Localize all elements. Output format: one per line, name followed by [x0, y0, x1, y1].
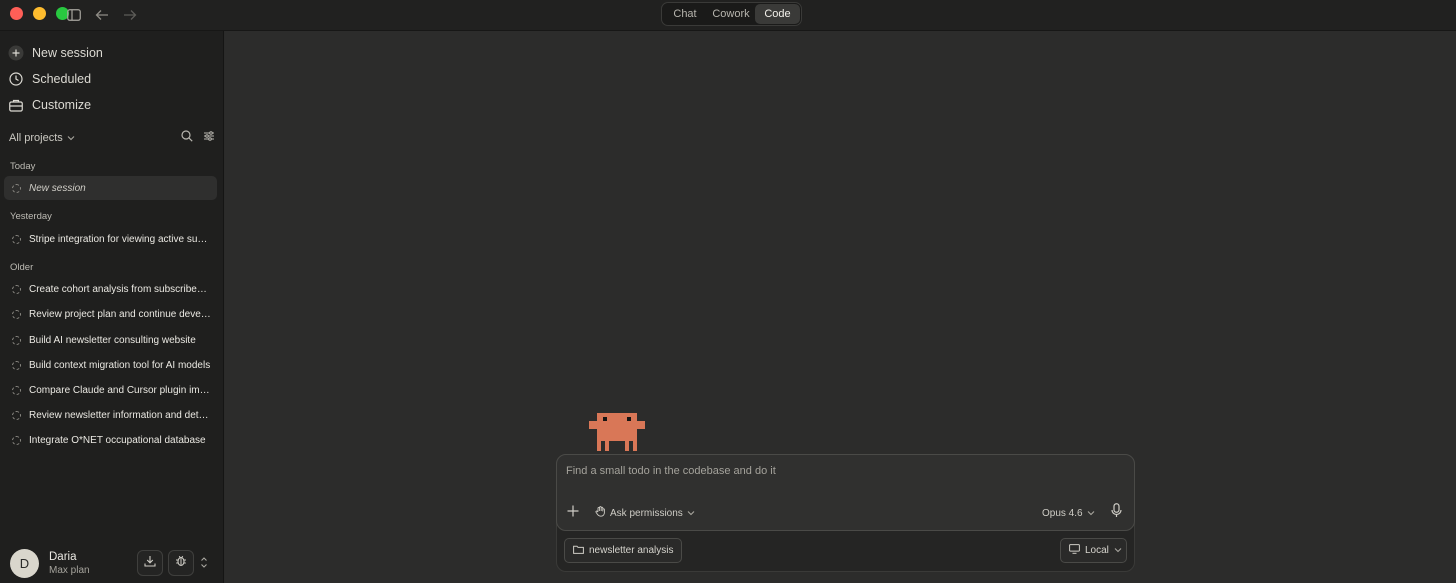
section-label-today: Today: [10, 161, 36, 172]
project-filter-dropdown[interactable]: All projects: [9, 132, 75, 144]
prompt-placeholder: Find a small todo in the codebase and do…: [566, 465, 776, 477]
folder-icon: [573, 545, 584, 557]
session-title: Create cohort analysis from subscribe…: [29, 283, 207, 295]
monitor-icon: [1069, 544, 1080, 557]
project-filter-row: All projects: [9, 129, 215, 147]
tab-cowork[interactable]: Cowork: [707, 4, 755, 24]
chevron-down-icon: [1114, 545, 1122, 556]
environment-selector-button[interactable]: Local: [1060, 538, 1127, 563]
bug-icon: [175, 554, 187, 572]
sidebar-item-label: Scheduled: [32, 72, 92, 86]
plus-icon: [567, 504, 579, 522]
download-button[interactable]: [137, 550, 163, 576]
session-title: Stripe integration for viewing active su…: [29, 233, 208, 245]
project-filter-label: All projects: [9, 132, 63, 144]
section-label-older: Older: [10, 262, 34, 273]
user-plan: Max plan: [49, 564, 90, 576]
session-title: New session: [29, 182, 86, 194]
session-status-icon: [12, 234, 21, 244]
chevron-down-icon: [67, 132, 75, 144]
session-status-icon: [12, 309, 21, 319]
session-item[interactable]: Compare Claude and Cursor plugin im…: [4, 378, 217, 402]
composer-panel: Find a small todo in the codebase and do…: [556, 454, 1135, 572]
tab-code[interactable]: Code: [755, 4, 800, 24]
prompt-input[interactable]: Find a small todo in the codebase and do…: [556, 454, 1135, 531]
tab-chat[interactable]: Chat: [663, 4, 707, 24]
permissions-label: Ask permissions: [610, 507, 683, 519]
mode-switcher: Chat Cowork Code: [661, 2, 802, 26]
session-title: Integrate O*NET occupational database: [29, 434, 206, 446]
minimize-window-button[interactable]: [33, 7, 46, 20]
voice-input-button[interactable]: [1109, 503, 1123, 523]
session-title: Review newsletter information and det…: [29, 409, 209, 421]
session-item[interactable]: New session: [4, 176, 217, 200]
back-arrow-icon[interactable]: [92, 5, 112, 25]
session-status-icon: [12, 335, 21, 345]
chevron-down-icon: [687, 508, 695, 519]
expand-updown-icon[interactable]: [200, 556, 208, 574]
sidebar-item-label: Customize: [32, 98, 92, 112]
session-item[interactable]: Review project plan and continue deve…: [4, 302, 217, 326]
session-status-icon: [12, 435, 21, 445]
briefcase-icon: [8, 97, 24, 113]
session-title: Review project plan and continue deve…: [29, 308, 211, 320]
permissions-dropdown[interactable]: Ask permissions: [595, 505, 695, 521]
session-item[interactable]: Stripe integration for viewing active su…: [4, 227, 217, 251]
session-title: Build context migration tool for AI mode…: [29, 359, 211, 371]
avatar[interactable]: D: [10, 548, 39, 578]
user-profile: D Daria Max plan: [10, 548, 216, 578]
session-status-icon: [12, 360, 21, 370]
session-item[interactable]: Review newsletter information and det…: [4, 403, 217, 427]
model-selector[interactable]: Opus 4.6: [1042, 505, 1095, 521]
plus-circle-icon: [8, 45, 24, 61]
session-status-icon: [12, 183, 21, 193]
claude-mascot-icon: [589, 413, 645, 451]
model-label: Opus 4.6: [1042, 507, 1083, 519]
sidebar-item-scheduled[interactable]: Scheduled: [8, 69, 91, 89]
session-status-icon: [12, 410, 21, 420]
sidebar: New session Scheduled Customize All proj…: [0, 31, 224, 583]
session-title: Compare Claude and Cursor plugin im…: [29, 384, 210, 396]
close-window-button[interactable]: [10, 7, 23, 20]
sidebar-item-new-session[interactable]: New session: [8, 43, 103, 63]
folder-selector-button[interactable]: newsletter analysis: [564, 538, 683, 563]
chevron-down-icon: [1087, 508, 1095, 519]
folder-chip-label: newsletter analysis: [589, 545, 674, 556]
session-title: Build AI newsletter consulting website: [29, 334, 196, 346]
environment-chip-label: Local: [1085, 545, 1109, 556]
session-status-icon: [12, 385, 21, 395]
sidebar-toggle-icon[interactable]: [64, 5, 84, 25]
session-item[interactable]: Build context migration tool for AI mode…: [4, 353, 217, 377]
section-label-yesterday: Yesterday: [10, 211, 52, 222]
clock-icon: [8, 71, 24, 87]
bug-report-button[interactable]: [168, 550, 194, 576]
sidebar-item-customize[interactable]: Customize: [8, 95, 91, 115]
session-item[interactable]: Create cohort analysis from subscribe…: [4, 277, 217, 301]
app-window: Chat Cowork Code New session Scheduled C…: [0, 0, 1456, 583]
hand-icon: [595, 506, 606, 520]
forward-arrow-icon[interactable]: [120, 5, 140, 25]
add-attachment-button[interactable]: [566, 504, 580, 522]
microphone-icon: [1110, 503, 1122, 523]
session-item[interactable]: Integrate O*NET occupational database: [4, 428, 217, 452]
download-icon: [144, 554, 156, 572]
session-item[interactable]: Build AI newsletter consulting website: [4, 328, 217, 352]
user-name: Daria: [49, 550, 77, 563]
sidebar-item-label: New session: [32, 46, 103, 60]
search-icon[interactable]: [181, 129, 193, 147]
filter-sliders-icon[interactable]: [203, 129, 215, 147]
session-status-icon: [12, 284, 21, 294]
title-bar: Chat Cowork Code: [0, 0, 1456, 31]
